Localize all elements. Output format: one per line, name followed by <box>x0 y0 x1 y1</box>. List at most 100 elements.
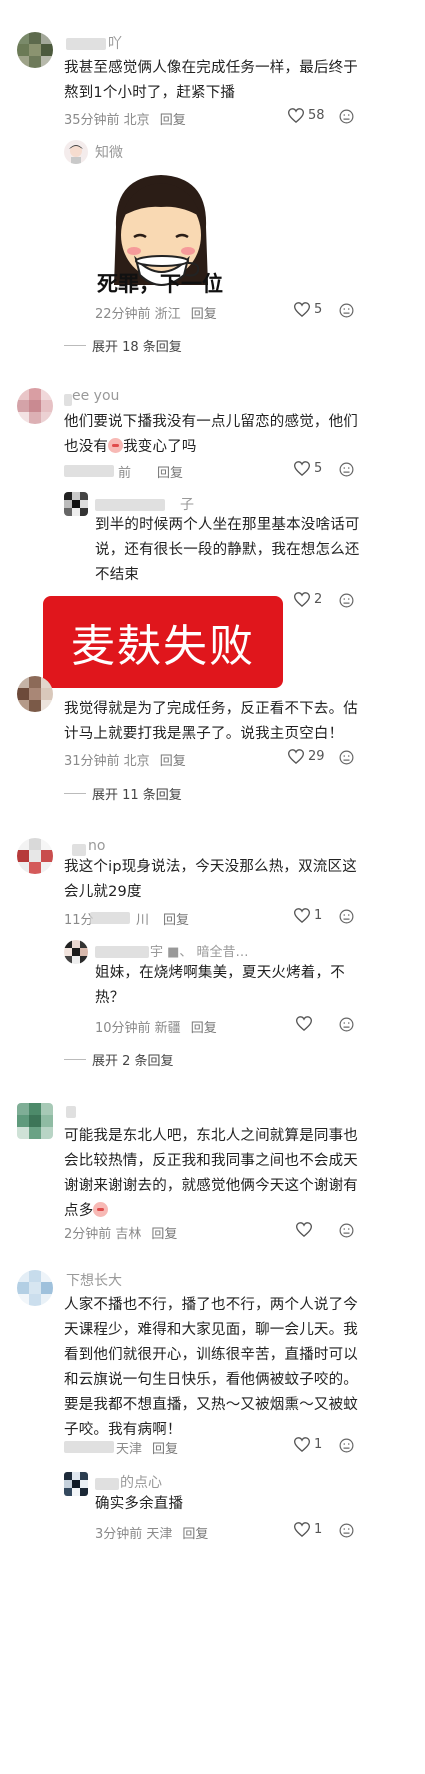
like-count: 5 <box>314 302 323 317</box>
like-button[interactable]: 1 <box>294 908 322 923</box>
like-button[interactable]: 58 <box>288 108 325 123</box>
like-button[interactable]: 5 <box>294 302 322 317</box>
dislike-icon[interactable] <box>339 750 354 765</box>
comment-text: 可能我是东北人吧，东北人之间就算是同事也 会比较热情，反正我和我同事之间也不会成天… <box>64 1128 358 1219</box>
heart-icon <box>296 1016 312 1031</box>
dislike-icon[interactable] <box>339 462 354 477</box>
comment-meta: 10分钟前 新疆 回复 <box>95 1021 217 1036</box>
avatar[interactable] <box>17 32 53 68</box>
dislike-icon[interactable] <box>339 1223 354 1238</box>
reply-button[interactable]: 回复 <box>152 1442 178 1457</box>
username[interactable]: 子 <box>180 494 194 514</box>
avatar[interactable] <box>17 1103 53 1139</box>
avatar[interactable] <box>64 492 88 516</box>
reply-button[interactable]: 回复 <box>160 113 186 128</box>
heart-icon <box>288 108 304 123</box>
sticker-caption: 死罪，下一位 <box>97 272 223 296</box>
username-blur <box>95 499 165 511</box>
heart-icon <box>294 302 310 317</box>
reply-button[interactable]: 回复 <box>191 307 217 322</box>
reply-button[interactable]: 回复 <box>151 1227 177 1242</box>
divider <box>64 793 86 794</box>
pig-emoji-icon <box>108 438 124 453</box>
username[interactable]: 宇 ■、 暗全昔… <box>150 941 249 960</box>
comment-text: 到半的时候两个人坐在那里基本没啥话可 说，还有很长一段的静默，我在想怎么还 不结束 <box>95 517 360 583</box>
username[interactable]: 知微 <box>95 142 123 162</box>
comment-meta: 35分钟前 北京 回复 <box>64 113 186 128</box>
heart-icon <box>294 461 310 476</box>
reply-button[interactable]: 回复 <box>182 1527 208 1542</box>
avatar[interactable] <box>17 388 53 424</box>
like-button[interactable]: 1 <box>294 1437 322 1452</box>
comment-meta: 2分钟前 吉林 回复 <box>64 1227 178 1242</box>
comment-text: 我甚至感觉俩人像在完成任务一样，最后终于 熬到1个小时了，赶紧下播 <box>64 60 358 101</box>
divider <box>64 1059 86 1060</box>
expand-replies[interactable]: 展开 11 条回复 <box>64 784 182 803</box>
comment-meta: 天津 回复 <box>116 1442 179 1457</box>
comment-meta: 22分钟前 浙江 回复 <box>95 307 217 322</box>
dislike-icon[interactable] <box>339 303 354 318</box>
like-count: 58 <box>308 108 325 123</box>
like-button[interactable]: 29 <box>288 749 325 764</box>
dislike-icon[interactable] <box>339 109 354 124</box>
comment-meta: 3分钟前 天津 回复 <box>95 1527 209 1542</box>
username[interactable]: 的点心 <box>120 1472 162 1492</box>
dislike-icon[interactable] <box>339 1438 354 1453</box>
like-button[interactable] <box>296 1016 312 1031</box>
reply-button[interactable]: 回复 <box>163 913 189 928</box>
username[interactable]: no <box>88 838 105 854</box>
like-button[interactable]: 1 <box>294 1522 322 1537</box>
heart-icon <box>294 1522 310 1537</box>
dislike-icon[interactable] <box>339 1017 354 1032</box>
avatar[interactable] <box>64 1472 88 1496</box>
like-count: 1 <box>314 1437 323 1452</box>
heart-icon <box>296 1222 312 1237</box>
comment-text: 我觉得就是为了完成任务，反正看不下去。估 计马上就要打我是黑子了。说我主页空白！ <box>64 701 358 742</box>
divider <box>64 345 86 346</box>
expand-replies[interactable]: 展开 2 条回复 <box>64 1050 174 1069</box>
username-blur <box>64 394 72 406</box>
pig-emoji-icon <box>93 1202 109 1217</box>
comment-meta: 31分钟前 北京 回复 <box>64 754 186 769</box>
comment-meta-tail: 川回复 <box>136 913 190 928</box>
avatar[interactable] <box>17 676 53 712</box>
comment-text: 确实多余直播 <box>95 1496 184 1512</box>
like-count: 5 <box>314 461 323 476</box>
heart-icon <box>294 592 310 607</box>
avatar[interactable] <box>17 1270 53 1306</box>
avatar[interactable] <box>64 940 88 964</box>
comment-text: 我这个ip现身说法，今天没那么热，双流区这 会儿就29度 <box>64 859 357 900</box>
dislike-icon[interactable] <box>339 1523 354 1538</box>
username[interactable]: ee you <box>72 388 119 404</box>
avatar[interactable] <box>64 140 88 164</box>
username-blur <box>95 1478 119 1490</box>
dislike-icon[interactable] <box>339 593 354 608</box>
expand-replies[interactable]: 展开 18 条回复 <box>64 336 182 355</box>
like-count: 1 <box>314 1522 323 1537</box>
like-count: 2 <box>314 592 323 607</box>
username[interactable]: 吖 <box>108 33 122 53</box>
like-count: 29 <box>308 749 325 764</box>
like-button[interactable]: 2 <box>294 592 322 607</box>
like-button[interactable] <box>296 1222 312 1237</box>
username-blur <box>66 38 106 50</box>
like-button[interactable]: 5 <box>294 461 322 476</box>
comment-meta: 前回复 <box>118 466 184 481</box>
heart-icon <box>294 1437 310 1452</box>
avatar[interactable] <box>17 838 53 874</box>
reply-button[interactable]: 回复 <box>160 754 186 769</box>
comment-text: 人家不播也不行，播了也不行，两个人说了今 天课程少，难得和大家见面，聊一会儿天。我… <box>64 1297 358 1438</box>
reply-button[interactable]: 回复 <box>191 1021 217 1036</box>
username[interactable]: 下想长大 <box>66 1270 122 1290</box>
reply-button[interactable]: 回复 <box>157 466 183 481</box>
like-count: 1 <box>314 908 323 923</box>
heart-icon <box>288 749 304 764</box>
username-blur <box>66 1106 76 1118</box>
heart-icon <box>294 908 310 923</box>
comment-text: 他们要说下播我没有一点儿留恋的感觉，他们 也没有 我变心了吗 <box>64 414 358 455</box>
username-blur <box>95 946 149 958</box>
overlay-banner: 麦麸失败 <box>43 596 283 688</box>
meta-blur <box>90 912 130 924</box>
dislike-icon[interactable] <box>339 909 354 924</box>
meta-blur <box>64 465 114 477</box>
